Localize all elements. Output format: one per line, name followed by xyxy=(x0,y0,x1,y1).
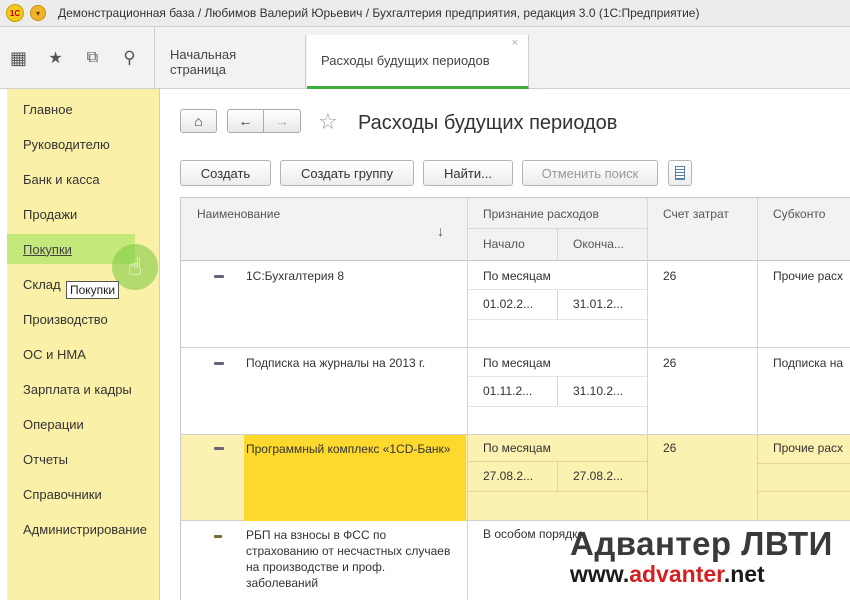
sidebar-item-label: Продажи xyxy=(23,206,78,222)
sidebar-item-production[interactable]: Производство xyxy=(7,304,160,334)
row-account: 26 xyxy=(663,269,677,283)
row-name: 1С:Бухгалтерия 8 xyxy=(246,269,344,283)
sidebar-item-label: Операции xyxy=(23,416,84,432)
list-settings-button[interactable] xyxy=(668,160,692,186)
forward-button[interactable]: → xyxy=(263,109,301,133)
row-subconto: Подписка на xyxy=(773,356,844,370)
create-button[interactable]: Создать xyxy=(180,160,271,186)
row-account: 26 xyxy=(663,441,677,455)
item-icon xyxy=(214,535,222,538)
table-row-selected[interactable]: Программный комплекс «1CD-Банк» По месяц… xyxy=(181,435,850,521)
app-logo-icon[interactable]: 1С xyxy=(6,4,24,22)
tab-label: Расходы будущих периодов xyxy=(321,53,490,68)
watermark-url: www.advanter.net xyxy=(570,561,765,587)
watermark-title: Адвантер ЛВТИ xyxy=(570,525,833,562)
sidebar-item-salary[interactable]: Зарплата и кадры xyxy=(7,374,160,404)
sidebar-item-sales[interactable]: Продажи xyxy=(7,199,160,229)
item-icon xyxy=(214,447,224,450)
table-row[interactable]: Подписка на журналы на 2013 г. По месяца… xyxy=(181,348,850,435)
tab-label: Начальная страница xyxy=(170,47,237,77)
arrow-right-icon: → xyxy=(275,113,289,129)
column-header-start[interactable]: Начало xyxy=(483,237,525,251)
sidebar-item-main[interactable]: Главное xyxy=(7,94,160,124)
row-end: 31.01.2... xyxy=(573,297,624,311)
row-start: 01.02.2... xyxy=(483,297,534,311)
window-title: Демонстрационная база / Любимов Валерий … xyxy=(58,6,700,20)
column-header-recognition[interactable]: Признание расходов xyxy=(483,207,599,221)
sidebar-item-label: Руководителю xyxy=(23,136,110,152)
column-header-name[interactable]: Наименование xyxy=(197,207,280,221)
row-account: 26 xyxy=(663,356,677,370)
sidebar-item-label: Покупки xyxy=(23,241,72,257)
quick-nav-icons: ▦ ★ ⧉ ⚲ xyxy=(0,27,155,89)
sidebar-item-label: Склад xyxy=(23,276,61,292)
history-icon[interactable]: ⧉ xyxy=(74,40,111,77)
main-content: ⌂ ← → ☆ Расходы будущих периодов Создать… xyxy=(160,89,850,600)
row-end: 27.08.2... xyxy=(573,469,624,483)
favorites-star-icon[interactable]: ★ xyxy=(37,40,74,77)
apps-grid-icon[interactable]: ▦ xyxy=(0,40,37,77)
column-header-account[interactable]: Счет затрат xyxy=(663,207,729,221)
sidebar-item-administration[interactable]: Администрирование xyxy=(7,514,160,544)
sidebar-item-fixed-assets[interactable]: ОС и НМА xyxy=(7,339,160,369)
sidebar-item-bank[interactable]: Банк и касса xyxy=(7,164,160,194)
tab-deferred-expenses[interactable]: Расходы будущих периодов × xyxy=(307,35,529,89)
back-button[interactable]: ← xyxy=(227,109,264,133)
row-subconto: Прочие расх xyxy=(773,269,844,283)
sidebar-item-manager[interactable]: Руководителю xyxy=(7,129,160,159)
row-start: 01.11.2... xyxy=(483,384,533,398)
top-toolbar: ▦ ★ ⧉ ⚲ Начальная страница Расходы будущ… xyxy=(0,27,850,89)
column-header-subconto[interactable]: Субконто xyxy=(773,207,825,221)
sidebar-item-label: Отчеты xyxy=(23,451,68,467)
tab-home-page[interactable]: Начальная страница xyxy=(156,35,306,89)
table-header: Наименование ↓ Признание расходов Начало… xyxy=(181,198,850,261)
page-title: Расходы будущих периодов xyxy=(358,112,618,134)
sidebar-item-label: ОС и НМА xyxy=(23,346,86,362)
row-subconto: Прочие расх xyxy=(773,441,844,455)
favorite-star-icon[interactable]: ☆ xyxy=(318,109,338,135)
create-group-button[interactable]: Создать группу xyxy=(280,160,414,186)
sidebar-item-label: Справочники xyxy=(23,486,102,502)
row-method: По месяцам xyxy=(483,356,551,370)
find-button[interactable]: Найти... xyxy=(423,160,513,186)
sidebar-item-label: Банк и касса xyxy=(23,171,100,187)
sidebar-item-reports[interactable]: Отчеты xyxy=(7,444,160,474)
watermark: Адвантер ЛВТИ www.advanter.net xyxy=(570,525,850,588)
home-button[interactable]: ⌂ xyxy=(180,109,217,133)
row-end: 31.10.2... xyxy=(573,384,624,398)
sidebar-item-label: Главное xyxy=(23,101,73,117)
item-icon xyxy=(214,275,224,278)
sidebar-item-label: Зарплата и кадры xyxy=(23,381,132,397)
main-menu-icon[interactable]: ▾ xyxy=(30,5,46,21)
sidebar-item-label: Производство xyxy=(23,311,108,327)
item-icon xyxy=(214,362,224,365)
arrow-left-icon: ← xyxy=(238,113,253,129)
close-tab-icon[interactable]: × xyxy=(512,37,518,49)
tooltip: Покупки xyxy=(66,281,120,299)
cancel-search-button[interactable]: Отменить поиск xyxy=(522,160,658,186)
home-icon: ⌂ xyxy=(194,113,203,129)
search-icon[interactable]: ⚲ xyxy=(111,40,148,77)
row-name: Подписка на журналы на 2013 г. xyxy=(246,356,426,370)
row-name: Программный комплекс «1CD-Банк» xyxy=(246,442,451,456)
column-header-end[interactable]: Оконча... xyxy=(573,237,624,251)
row-start: 27.08.2... xyxy=(483,469,534,483)
sidebar-item-operations[interactable]: Операции xyxy=(7,409,160,439)
row-name: РБП на взносы в ФСС по страхованию от не… xyxy=(246,528,451,590)
sidebar-item-label: Администрирование xyxy=(23,521,147,537)
table-row[interactable]: 1С:Бухгалтерия 8 По месяцам 01.02.2... 3… xyxy=(181,261,850,348)
document-list-icon xyxy=(675,166,685,180)
title-bar: 1С ▾ Демонстрационная база / Любимов Вал… xyxy=(0,0,850,27)
sidebar-item-directories[interactable]: Справочники xyxy=(7,479,160,509)
sort-arrow-icon[interactable]: ↓ xyxy=(437,223,444,239)
sidebar: Главное Руководителю Банк и касса Продаж… xyxy=(7,89,160,600)
row-method: По месяцам xyxy=(483,441,551,455)
row-method: По месяцам xyxy=(483,269,551,283)
